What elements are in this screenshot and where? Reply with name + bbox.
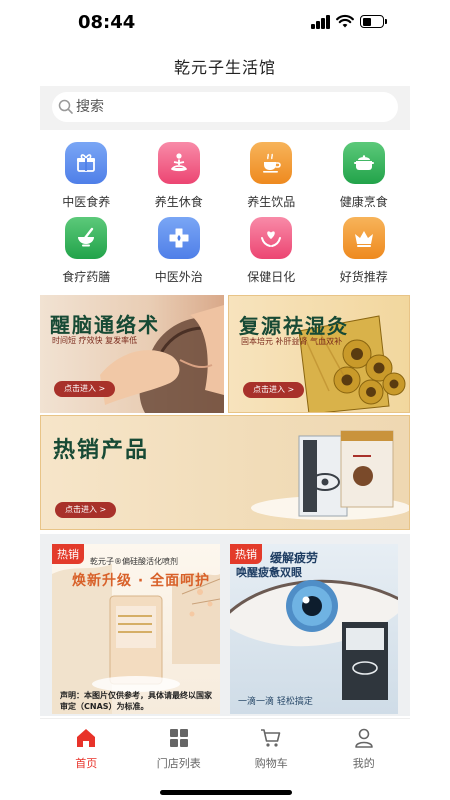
wifi-icon — [336, 14, 354, 28]
signal-icon — [311, 15, 331, 29]
home-indicator[interactable] — [160, 790, 292, 795]
gift-icon — [65, 142, 108, 184]
product-disclaimer: 声明：本图片仅供参考，具体请最终以国家审定（CNAS）为标准。 — [60, 691, 212, 711]
mortar-icon — [65, 217, 108, 259]
tab-label: 购物车 — [254, 757, 288, 770]
enter-button[interactable]: 点击进入 > — [54, 381, 116, 397]
tab-label: 门店列表 — [156, 757, 201, 770]
tab-label: 我的 — [352, 757, 375, 770]
hands-heart-icon — [250, 217, 293, 259]
user-icon — [354, 728, 373, 748]
category-label: 中医外治 — [154, 270, 203, 284]
category-item[interactable]: 养生休食 — [133, 138, 226, 213]
product-headline-secondary: 唤醒疲惫双眼 — [236, 566, 302, 579]
banner-title: 热销产品 — [53, 437, 150, 463]
product-card[interactable]: 热销 缓解疲劳 唤醒疲惫双眼 一滴一滴 轻松搞定 — [230, 544, 398, 714]
home-icon — [77, 729, 96, 747]
medical-cross-icon — [157, 217, 200, 259]
category-label: 养生休食 — [154, 195, 203, 209]
category-label: 保健日化 — [247, 270, 296, 284]
search-bar — [40, 86, 410, 130]
search-input[interactable] — [76, 92, 386, 122]
category-item[interactable]: 好货推荐 — [318, 213, 411, 288]
category-grid: 中医食养 养生休食 养生饮品 健康烹食 食疗药膳 中医外治 保健日化 好货推荐 — [40, 138, 410, 288]
battery-icon — [360, 15, 387, 28]
category-label: 食疗药膳 — [62, 270, 111, 284]
bottom-tab-bar: 首页 门店列表 购物车 我的 — [40, 718, 410, 776]
page-title: 乾元子生活馆 — [173, 58, 276, 77]
category-item[interactable]: 中医食养 — [40, 138, 133, 213]
banner-subtitle: 固本培元 补肝益肾 气血双补 — [241, 337, 343, 346]
category-item[interactable]: 保健日化 — [225, 213, 318, 288]
enter-button[interactable]: 点击进入 > — [243, 382, 305, 398]
category-item[interactable]: 养生饮品 — [225, 138, 318, 213]
crown-icon — [342, 217, 385, 259]
banner-hot-products[interactable]: 热销产品 点击进入 > — [40, 415, 410, 530]
tab-store-list[interactable]: 门店列表 — [133, 719, 226, 776]
search-icon — [58, 99, 73, 114]
category-label: 好货推荐 — [339, 270, 388, 284]
category-label: 中医食养 — [62, 195, 111, 209]
product-list: 热销 乾元子®偏硅酸活化喷剂 焕新升级 · 全面呵护 声明：本图片仅供参考，具体… — [40, 534, 410, 716]
grid-icon — [169, 729, 188, 747]
tab-mine[interactable]: 我的 — [318, 719, 411, 776]
status-bar: 08:44 — [0, 0, 450, 48]
pot-icon — [342, 142, 385, 184]
enter-button[interactable]: 点击进入 > — [55, 502, 117, 518]
status-time: 08:44 — [78, 12, 136, 33]
banner-xingnao[interactable]: 醒脑通络术 时间短 疗效快 复发率低 点击进入 > — [40, 295, 224, 413]
banner-title: 醒脑通络术 — [50, 313, 160, 337]
meditation-icon — [157, 142, 200, 184]
cart-icon — [261, 729, 281, 747]
search-box[interactable] — [52, 92, 398, 122]
tab-cart[interactable]: 购物车 — [225, 719, 318, 776]
product-headline: 焕新升级 · 全面呵护 — [72, 573, 211, 589]
category-item[interactable]: 食疗药膳 — [40, 213, 133, 288]
banner-title: 复源祛湿灸 — [239, 314, 349, 338]
tab-home[interactable]: 首页 — [40, 719, 133, 776]
category-item[interactable]: 中医外治 — [133, 213, 226, 288]
product-card[interactable]: 热销 乾元子®偏硅酸活化喷剂 焕新升级 · 全面呵护 声明：本图片仅供参考，具体… — [52, 544, 220, 714]
product-footer-text: 一滴一滴 轻松搞定 — [238, 697, 313, 707]
tea-cup-icon — [250, 142, 293, 184]
category-label: 健康烹食 — [339, 195, 388, 209]
tab-label: 首页 — [75, 757, 98, 770]
app-screen: 08:44 乾元子生活馆 中医食养 — [0, 0, 450, 800]
hot-badge: 热销 — [52, 544, 84, 564]
category-item[interactable]: 健康烹食 — [318, 138, 411, 213]
banner-fuyuan[interactable]: 复源祛湿灸 固本培元 补肝益肾 气血双补 点击进入 > — [228, 295, 410, 413]
hot-badge: 热销 — [230, 544, 262, 564]
banner-subtitle: 时间短 疗效快 复发率低 — [52, 336, 138, 345]
category-label: 养生饮品 — [247, 195, 296, 209]
product-brand-line: 乾元子®偏硅酸活化喷剂 — [90, 557, 178, 566]
